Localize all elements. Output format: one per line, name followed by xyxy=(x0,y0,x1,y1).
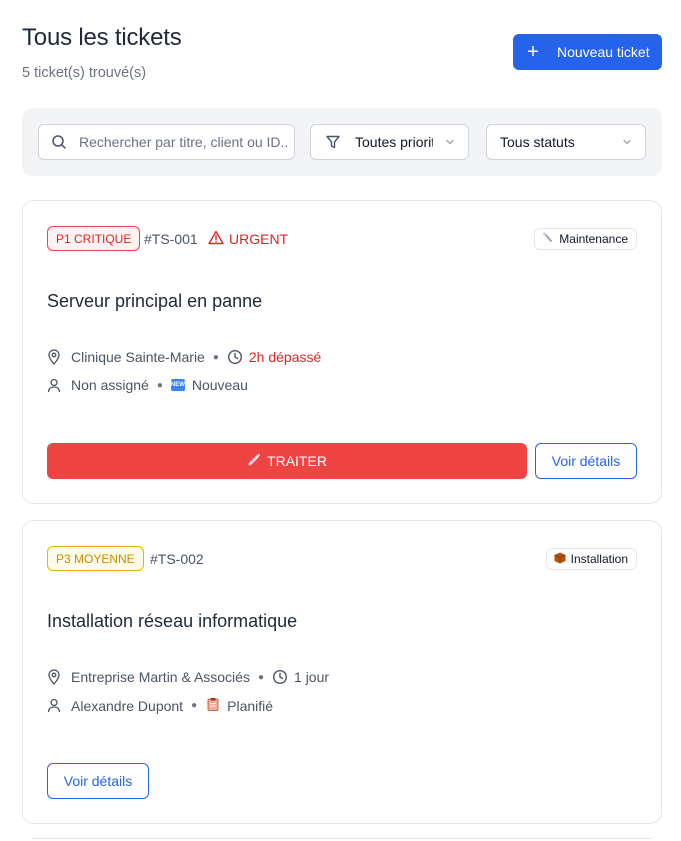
clock-icon xyxy=(227,349,249,365)
filter-icon xyxy=(311,134,355,150)
status-label: Nouveau xyxy=(191,377,248,393)
separator-dot: ● xyxy=(212,351,219,363)
status-label: Planifié xyxy=(227,697,274,714)
type-badge: Installation xyxy=(545,548,637,570)
rocket-icon xyxy=(247,453,261,470)
priority-select[interactable]: Toutes priorités xyxy=(310,124,469,160)
package-icon xyxy=(553,551,567,568)
user-icon xyxy=(47,378,71,393)
location-pin-icon xyxy=(47,349,71,365)
priority-badge: P1 CRITIQUE xyxy=(47,226,141,251)
type-label: Maintenance xyxy=(559,232,628,246)
client-name: Clinique Sainte-Marie xyxy=(71,349,205,365)
plus-icon: + xyxy=(527,41,539,63)
new-ticket-label: Nouveau ticket xyxy=(557,44,650,60)
search-field[interactable] xyxy=(38,124,295,160)
assignee-name: Non assigné xyxy=(71,377,149,393)
clipboard-icon xyxy=(205,697,221,714)
chevron-down-icon xyxy=(621,135,633,151)
separator-dot: ● xyxy=(257,671,265,683)
ticket-id: #TS-002 xyxy=(150,551,204,567)
chevron-down-icon xyxy=(444,135,456,151)
search-input[interactable] xyxy=(79,134,289,150)
priority-select-value: Toutes priorités xyxy=(355,134,433,150)
page-header: Tous les tickets 5 ticket(s) trouvé(s) +… xyxy=(22,22,662,92)
ticket-title[interactable]: Installation réseau informatique xyxy=(47,611,297,632)
ticket-title[interactable]: Serveur principal en panne xyxy=(47,291,262,312)
priority-badge: P3 MOYENNE xyxy=(47,546,144,571)
ticket-card: P1 CRITIQUE #TS-001 URGENT Maintenance S… xyxy=(22,200,662,504)
ticket-id: #TS-001 xyxy=(144,231,198,247)
new-icon: NEW xyxy=(170,379,185,391)
view-details-button[interactable]: Voir détails xyxy=(47,763,149,799)
ticket-meta-row: Non assigné ● NEW Nouveau xyxy=(47,377,248,393)
filter-bar: Toutes priorités Tous statuts xyxy=(22,108,662,176)
urgent-label: URGENT xyxy=(229,231,289,247)
client-name: Entreprise Martin & Associés xyxy=(71,669,250,685)
new-ticket-button[interactable]: + Nouveau ticket xyxy=(513,34,662,70)
ticket-meta-row: Alexandre Dupont ● Planifié xyxy=(47,697,273,714)
ticket-count: 5 ticket(s) trouvé(s) xyxy=(22,65,147,81)
ticket-meta-row: Clinique Sainte-Marie ● 2h dépassé xyxy=(47,349,321,365)
status-select[interactable]: Tous statuts xyxy=(486,124,646,160)
clock-icon xyxy=(272,669,294,685)
ticket-card: P3 MOYENNE #TS-002 Installation Installa… xyxy=(22,520,662,824)
wrench-icon xyxy=(541,231,555,248)
page-title: Tous les tickets xyxy=(22,24,182,51)
location-pin-icon xyxy=(47,669,71,685)
next-card-edge xyxy=(32,838,652,839)
search-icon xyxy=(39,134,79,150)
user-icon xyxy=(47,698,71,713)
separator-dot: ● xyxy=(191,700,198,711)
separator-dot: ● xyxy=(156,379,163,391)
view-details-button[interactable]: Voir détails xyxy=(535,443,637,479)
time-remaining: 2h dépassé xyxy=(248,349,322,365)
type-label: Installation xyxy=(570,552,628,566)
ticket-meta-row: Entreprise Martin & Associés ● 1 jour xyxy=(47,669,329,685)
type-badge: Maintenance xyxy=(534,228,637,250)
warning-icon xyxy=(208,230,224,248)
urgent-indicator: URGENT xyxy=(208,230,288,248)
treat-button[interactable]: TRAITER xyxy=(47,443,527,479)
time-remaining: 1 jour xyxy=(294,669,330,685)
status-select-value: Tous statuts xyxy=(500,134,575,150)
treat-label: TRAITER xyxy=(267,453,327,469)
assignee-name: Alexandre Dupont xyxy=(71,697,184,714)
